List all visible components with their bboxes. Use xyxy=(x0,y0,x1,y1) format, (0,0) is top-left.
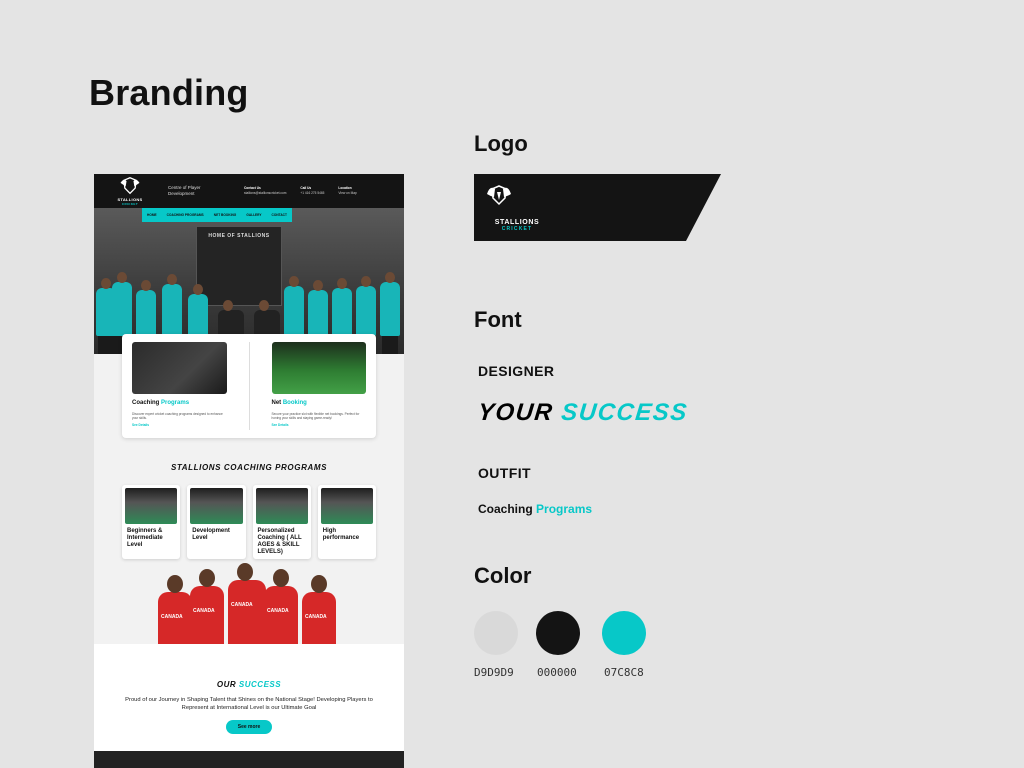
program-image xyxy=(190,488,243,524)
card-coaching-programs[interactable]: Coaching Programs Discover expert cricke… xyxy=(132,342,227,430)
card-link[interactable]: See Details xyxy=(132,423,227,427)
programs-row: Beginners & Intermediate Level Developme… xyxy=(122,485,376,559)
team-player: CANADA xyxy=(264,569,298,644)
contact-email[interactable]: Contact Us stallions@stallionscricket.com xyxy=(244,186,286,196)
nav-gallery[interactable]: GALLERY xyxy=(246,213,261,217)
program-image xyxy=(320,488,373,524)
color-heading: Color xyxy=(474,563,532,588)
mockup-logo-line2: CRICKET xyxy=(121,202,139,206)
outfit-sample-word2: Programs xyxy=(536,502,593,516)
hero-banner-text: HOME OF STALLIONS xyxy=(208,233,270,239)
swatch-label: 07C8C8 xyxy=(604,666,644,679)
contact-location[interactable]: Location View on Map xyxy=(338,186,356,196)
program-card[interactable]: High performance xyxy=(317,485,376,559)
outfit-font-sample: Coaching Programs xyxy=(478,502,592,516)
card-link[interactable]: See Details xyxy=(272,423,367,427)
logo-preview: STALLIONS CRICKET xyxy=(474,174,722,241)
mockup-header: STALLIONS CRICKET Centre of Player Devel… xyxy=(94,174,404,208)
program-title: High performance xyxy=(322,528,360,541)
programs-title: STALLIONS COACHING PROGRAMS xyxy=(170,463,328,472)
contact-phone[interactable]: Call Us +1 416 275 5465 xyxy=(300,186,324,196)
success-text: Proud of our Journey in Shaping Talent t… xyxy=(125,697,373,711)
nav-home[interactable]: HOME xyxy=(147,213,157,217)
nav-contact[interactable]: CONTACT xyxy=(272,213,287,217)
card-divider xyxy=(248,342,250,430)
swatch-black xyxy=(536,611,580,655)
mockup-logo[interactable]: STALLIONS CRICKET xyxy=(102,176,158,206)
outfit-sample-word1: Coaching xyxy=(478,502,533,516)
page-title: Branding xyxy=(89,72,249,113)
program-card[interactable]: Personalized Coaching ( ALL AGES & SKILL… xyxy=(252,485,311,559)
player xyxy=(332,278,352,354)
mockup-footer xyxy=(94,751,404,768)
program-card[interactable]: Beginners & Intermediate Level xyxy=(122,485,181,559)
player xyxy=(136,280,156,354)
program-image xyxy=(125,488,178,524)
website-mockup: STALLIONS CRICKET Centre of Player Devel… xyxy=(94,174,404,768)
card-image xyxy=(132,342,227,394)
swatch-light-gray xyxy=(474,611,518,655)
team-photo: CANADA CANADA CANADA CANADA CANADA xyxy=(94,563,404,644)
hero-image: HOME OF STALLIONS xyxy=(94,208,404,354)
swatch-teal xyxy=(602,611,646,655)
card-title: Coaching Programs xyxy=(132,400,190,406)
designer-font-sample: YOUR SUCCESS xyxy=(477,399,690,427)
hero-banner: HOME OF STALLIONS xyxy=(196,226,282,306)
team-player: CANADA xyxy=(190,569,224,644)
nav-net-booking[interactable]: NET BOOKING xyxy=(214,213,237,217)
player xyxy=(284,276,304,354)
player xyxy=(356,276,376,354)
program-title: Beginners & Intermediate Level xyxy=(127,528,163,548)
card-image xyxy=(271,342,366,394)
horse-crest-icon xyxy=(487,185,511,206)
designer-sample-word1: YOUR xyxy=(476,399,555,426)
nav-coaching-programs[interactable]: COACHING PROGRAMS xyxy=(167,213,204,217)
swatch-label: 000000 xyxy=(537,666,577,679)
card-text: Secure your practice slot with flexible … xyxy=(271,412,360,420)
player xyxy=(380,272,400,354)
font-heading: Font xyxy=(474,307,522,332)
logo-heading: Logo xyxy=(474,131,528,156)
player xyxy=(254,300,280,354)
font-label-designer: DESIGNER xyxy=(478,363,555,379)
player xyxy=(308,280,328,354)
success-title: OUR SUCCESS xyxy=(216,680,282,689)
program-title: Personalized Coaching ( ALL AGES & SKILL… xyxy=(257,528,302,555)
font-label-outfit: OUTFIT xyxy=(478,465,531,481)
program-card[interactable]: Development Level xyxy=(187,485,246,559)
mockup-nav: HOME COACHING PROGRAMS NET BOOKING GALLE… xyxy=(142,208,292,222)
team-player: CANADA xyxy=(302,575,336,644)
horse-crest-icon xyxy=(120,177,140,195)
card-title: Net Booking xyxy=(271,400,307,406)
team-player: CANADA xyxy=(158,575,192,644)
program-image xyxy=(255,488,308,524)
service-cards: Coaching Programs Discover expert cricke… xyxy=(122,334,376,438)
swatch-label: D9D9D9 xyxy=(474,666,514,679)
card-net-booking[interactable]: Net Booking Secure your practice slot wi… xyxy=(271,342,367,430)
logo-line1: STALLIONS xyxy=(494,219,540,226)
player xyxy=(112,272,132,354)
mockup-tagline: Centre of Player Development xyxy=(168,185,201,196)
card-text: Discover expert cricket coaching program… xyxy=(132,412,223,420)
logo-mark: STALLIONS CRICKET xyxy=(486,184,548,232)
team-player: CANADA xyxy=(228,563,266,644)
player xyxy=(218,300,244,354)
designer-sample-word2: SUCCESS xyxy=(559,399,690,426)
see-more-button[interactable]: See more xyxy=(226,720,272,734)
logo-line2: CRICKET xyxy=(501,226,533,232)
program-title: Development Level xyxy=(192,528,230,541)
mockup-contact: Contact Us stallions@stallionscricket.com… xyxy=(244,186,357,196)
player xyxy=(162,274,182,354)
player xyxy=(188,284,208,354)
